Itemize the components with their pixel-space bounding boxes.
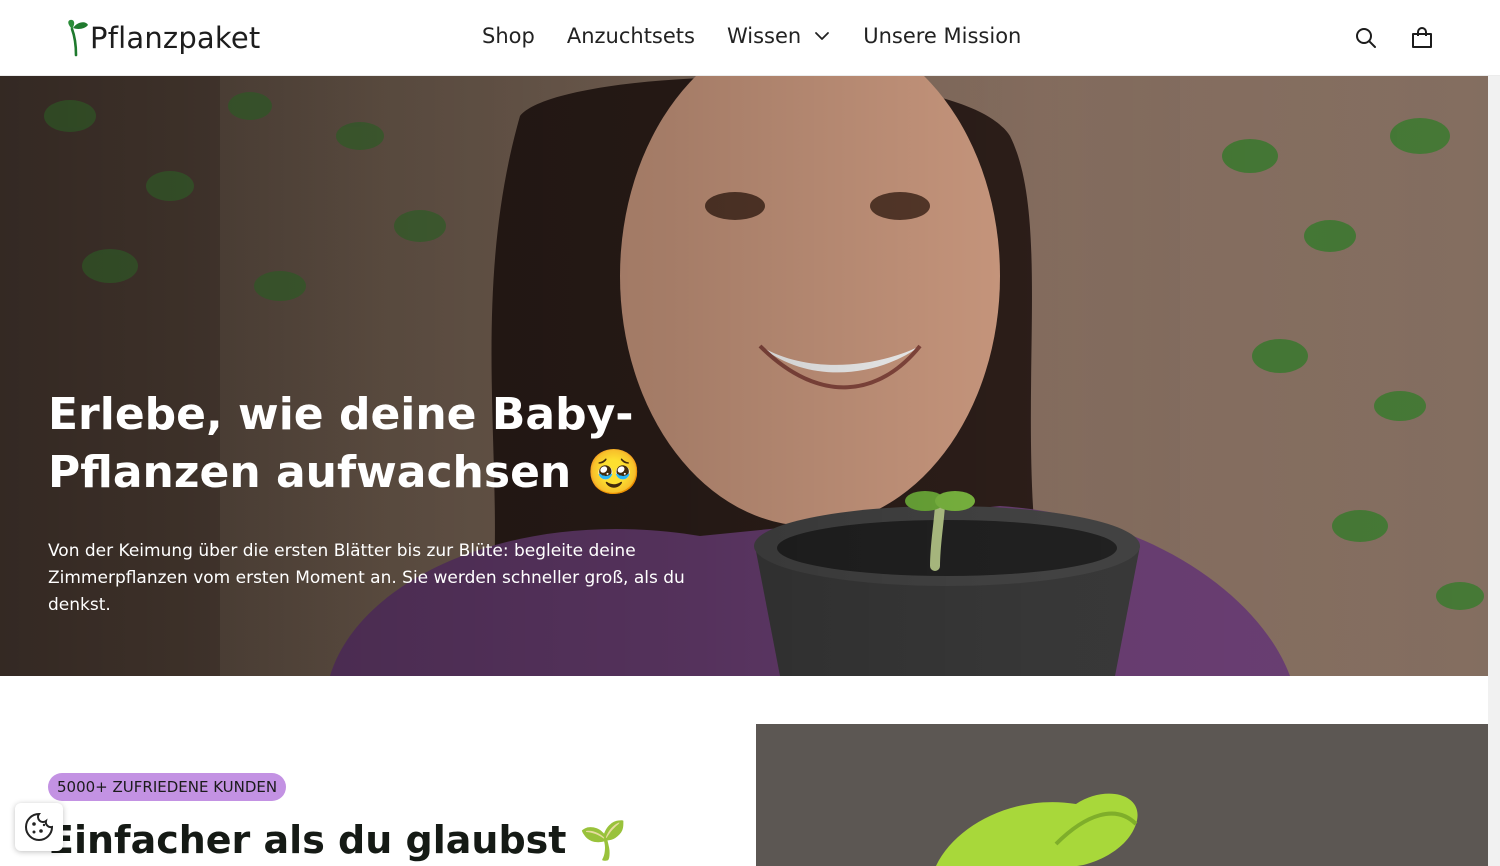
nav-unsere-mission[interactable]: Unsere Mission — [863, 24, 1021, 48]
seedling-photo — [756, 724, 1488, 866]
nav-unsere-mission-label: Unsere Mission — [863, 24, 1022, 48]
search-button[interactable] — [1352, 24, 1380, 52]
cart-icon — [1412, 27, 1432, 48]
main-nav: Shop Anzuchtsets Wissen Unsere Mission — [482, 24, 1053, 48]
cookie-settings-button[interactable] — [15, 803, 63, 851]
section-title: Einfacher als du glaubst 🌱 — [48, 818, 627, 862]
search-icon — [1356, 28, 1376, 48]
hero-title: Erlebe, wie deine Baby-Pflanzen aufwachs… — [48, 389, 642, 498]
page-scrollbar[interactable] — [1488, 76, 1500, 866]
logo-text: Pflanzpaket — [90, 21, 261, 55]
section-image — [756, 724, 1488, 866]
hero-banner: Erlebe, wie deine Baby-Pflanzen aufwachs… — [0, 76, 1488, 676]
customers-badge: 5000+ ZUFRIEDENE KUNDEN — [48, 773, 287, 801]
site-header: Pflanzpaket Shop Anzuchtsets Wissen Unse… — [0, 0, 1500, 76]
nav-wissen-label: Wissen — [726, 24, 802, 48]
logo[interactable]: Pflanzpaket — [64, 18, 260, 58]
cookie-icon — [25, 812, 54, 841]
chevron-down-icon — [815, 32, 830, 40]
nav-shop-label: Shop — [482, 24, 535, 48]
header-actions — [1324, 24, 1436, 52]
sprout-logo-icon — [68, 19, 88, 57]
nav-anzuchtsets[interactable]: Anzuchtsets — [567, 24, 695, 48]
nav-anzuchtsets-label: Anzuchtsets — [566, 24, 695, 48]
nav-wissen[interactable]: Wissen — [727, 24, 831, 48]
nav-shop[interactable]: Shop — [482, 24, 535, 48]
hero-subtitle: Von der Keimung über die ersten Blätter … — [48, 541, 685, 615]
cart-button[interactable] — [1408, 24, 1436, 52]
